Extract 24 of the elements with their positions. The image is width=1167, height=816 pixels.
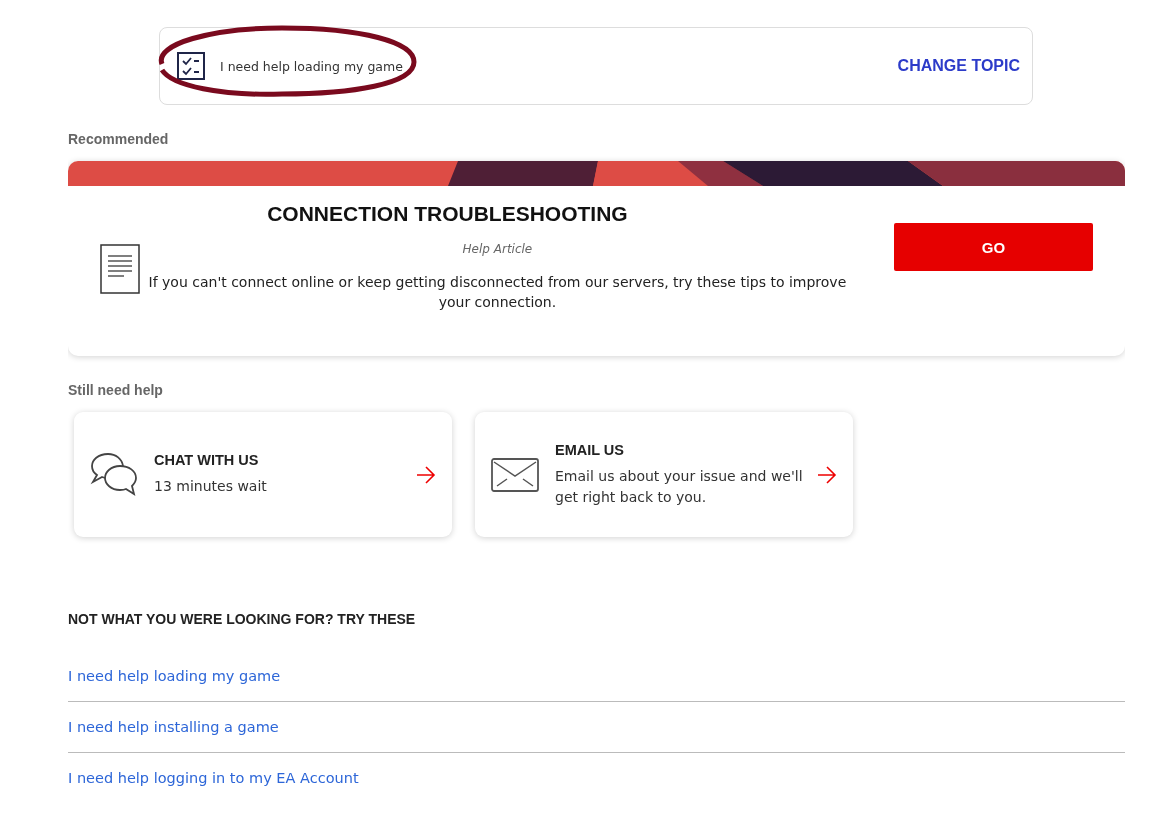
arrow-right-icon (416, 465, 436, 484)
contact-card[interactable]: EMAIL US Email us about your issue and we'll get right back to you. (475, 412, 853, 537)
suggestions-heading: NOT WHAT YOU WERE LOOKING FOR? TRY THESE (68, 611, 417, 627)
article-description: If you can't connect online or keep getting disconnected from our servers, try these tips to improve your connection. (147, 273, 848, 312)
suggestion-link[interactable]: I need help installing a game (68, 719, 279, 735)
article-title: CONNECTION TROUBLESHOOTING (266, 202, 629, 226)
go-button[interactable]: GO (893, 223, 1093, 271)
contact-detail: Email us about your issue and we'll get right back to you. (555, 466, 804, 507)
article-type: Help Article (461, 242, 534, 256)
topic-label: I need help loading my game (220, 58, 404, 74)
checklist-icon (177, 52, 205, 80)
envelope-icon (491, 457, 539, 492)
arrow-right-icon (817, 465, 837, 484)
suggestion-link[interactable]: I need help logging in to my EA Account (68, 770, 359, 786)
contact-title: CHAT WITH US (154, 452, 260, 468)
contact-detail: 13 minutes wait (154, 477, 268, 496)
section-heading: Recommended (68, 131, 170, 147)
contact-card[interactable]: CHAT WITH US 13 minutes wait (74, 412, 452, 537)
chat-bubbles-icon (90, 451, 138, 498)
change-topic-link[interactable]: CHANGE TOPIC (897, 57, 1020, 75)
document-icon (100, 244, 140, 294)
contact-title: EMAIL US (555, 441, 626, 458)
section-heading: Still need help (68, 382, 164, 398)
suggestion-link[interactable]: I need help loading my game (68, 668, 281, 684)
